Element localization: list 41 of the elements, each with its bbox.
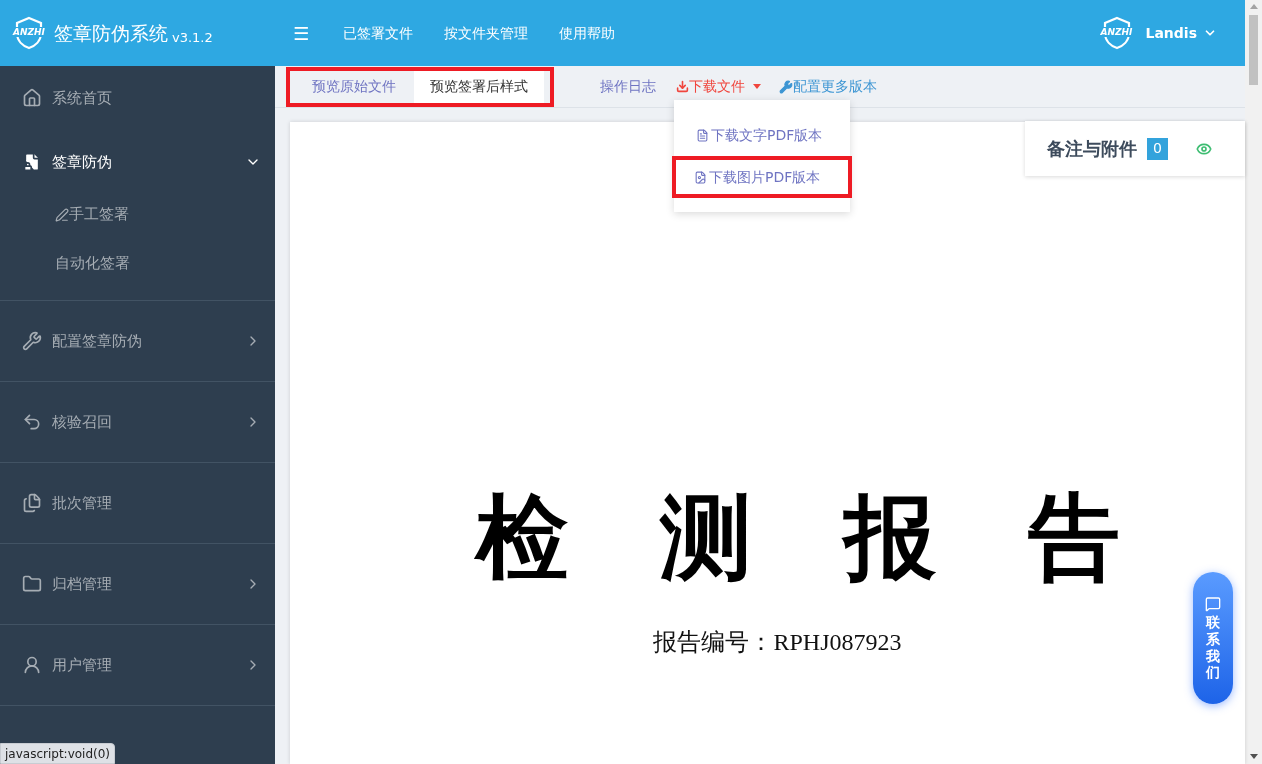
sidebar-item[interactable]: 配置签章防伪 [0, 301, 275, 381]
sidebar-item[interactable]: 用户管理 [0, 625, 275, 705]
contact-button[interactable]: 联系我们 [1193, 572, 1233, 704]
documents-icon [22, 493, 42, 513]
scrollbar[interactable] [1245, 0, 1262, 764]
undo-arrow-icon [22, 412, 42, 432]
report-title: 检 测 报 告 [475, 492, 1120, 584]
notes-title: 备注与附件 [1047, 137, 1137, 161]
pen-icon [55, 207, 69, 222]
report-number: 报告编号：RPHJ087923 [653, 628, 902, 657]
download-icon [676, 80, 689, 93]
nav-link[interactable]: 使用帮助 [559, 22, 615, 44]
home-icon [22, 88, 42, 108]
sidebar-item[interactable]: 归档管理 [0, 544, 275, 624]
chat-icon [1205, 596, 1221, 612]
caret-icon [753, 84, 761, 89]
preview-tab[interactable]: 预览签署后样式 [414, 70, 544, 103]
config-link[interactable]: 配置更多版本 [779, 76, 877, 97]
menu-item[interactable]: 下载文字PDF版本 [674, 114, 850, 156]
version-label: v3.1.2 [172, 30, 213, 46]
preview-tab[interactable]: 预览原始文件 [296, 70, 414, 103]
app-title: 签章防伪系统 [54, 20, 168, 46]
sidebar-item[interactable]: 核验召回 [0, 382, 275, 462]
wrench-icon [22, 331, 42, 351]
user-icon [22, 655, 42, 675]
count-badge: 0 [1147, 137, 1168, 160]
submenu-item[interactable]: 自动化签署 [0, 239, 275, 288]
nav-link[interactable]: 已签署文件 [343, 22, 413, 44]
log-link[interactable]: 操作日志 [600, 76, 656, 97]
menu-item[interactable]: 下载图片PDF版本 [672, 156, 852, 198]
wrench-icon [779, 79, 793, 94]
status-tooltip: javascript:void(0) [0, 743, 116, 764]
download-dropdown[interactable]: 下载文件 [676, 76, 761, 97]
sidebar-item[interactable]: 系统首页 [0, 66, 275, 130]
folder-icon [22, 574, 42, 594]
pdf-file-icon [696, 128, 709, 142]
sidebar-item[interactable]: 批次管理 [0, 463, 275, 543]
image-file-icon [694, 170, 707, 184]
nav-link[interactable]: 按文件夹管理 [444, 22, 528, 44]
menu-toggle[interactable]: ☰ [289, 19, 313, 47]
user-menu[interactable]: Landis [1145, 22, 1217, 44]
